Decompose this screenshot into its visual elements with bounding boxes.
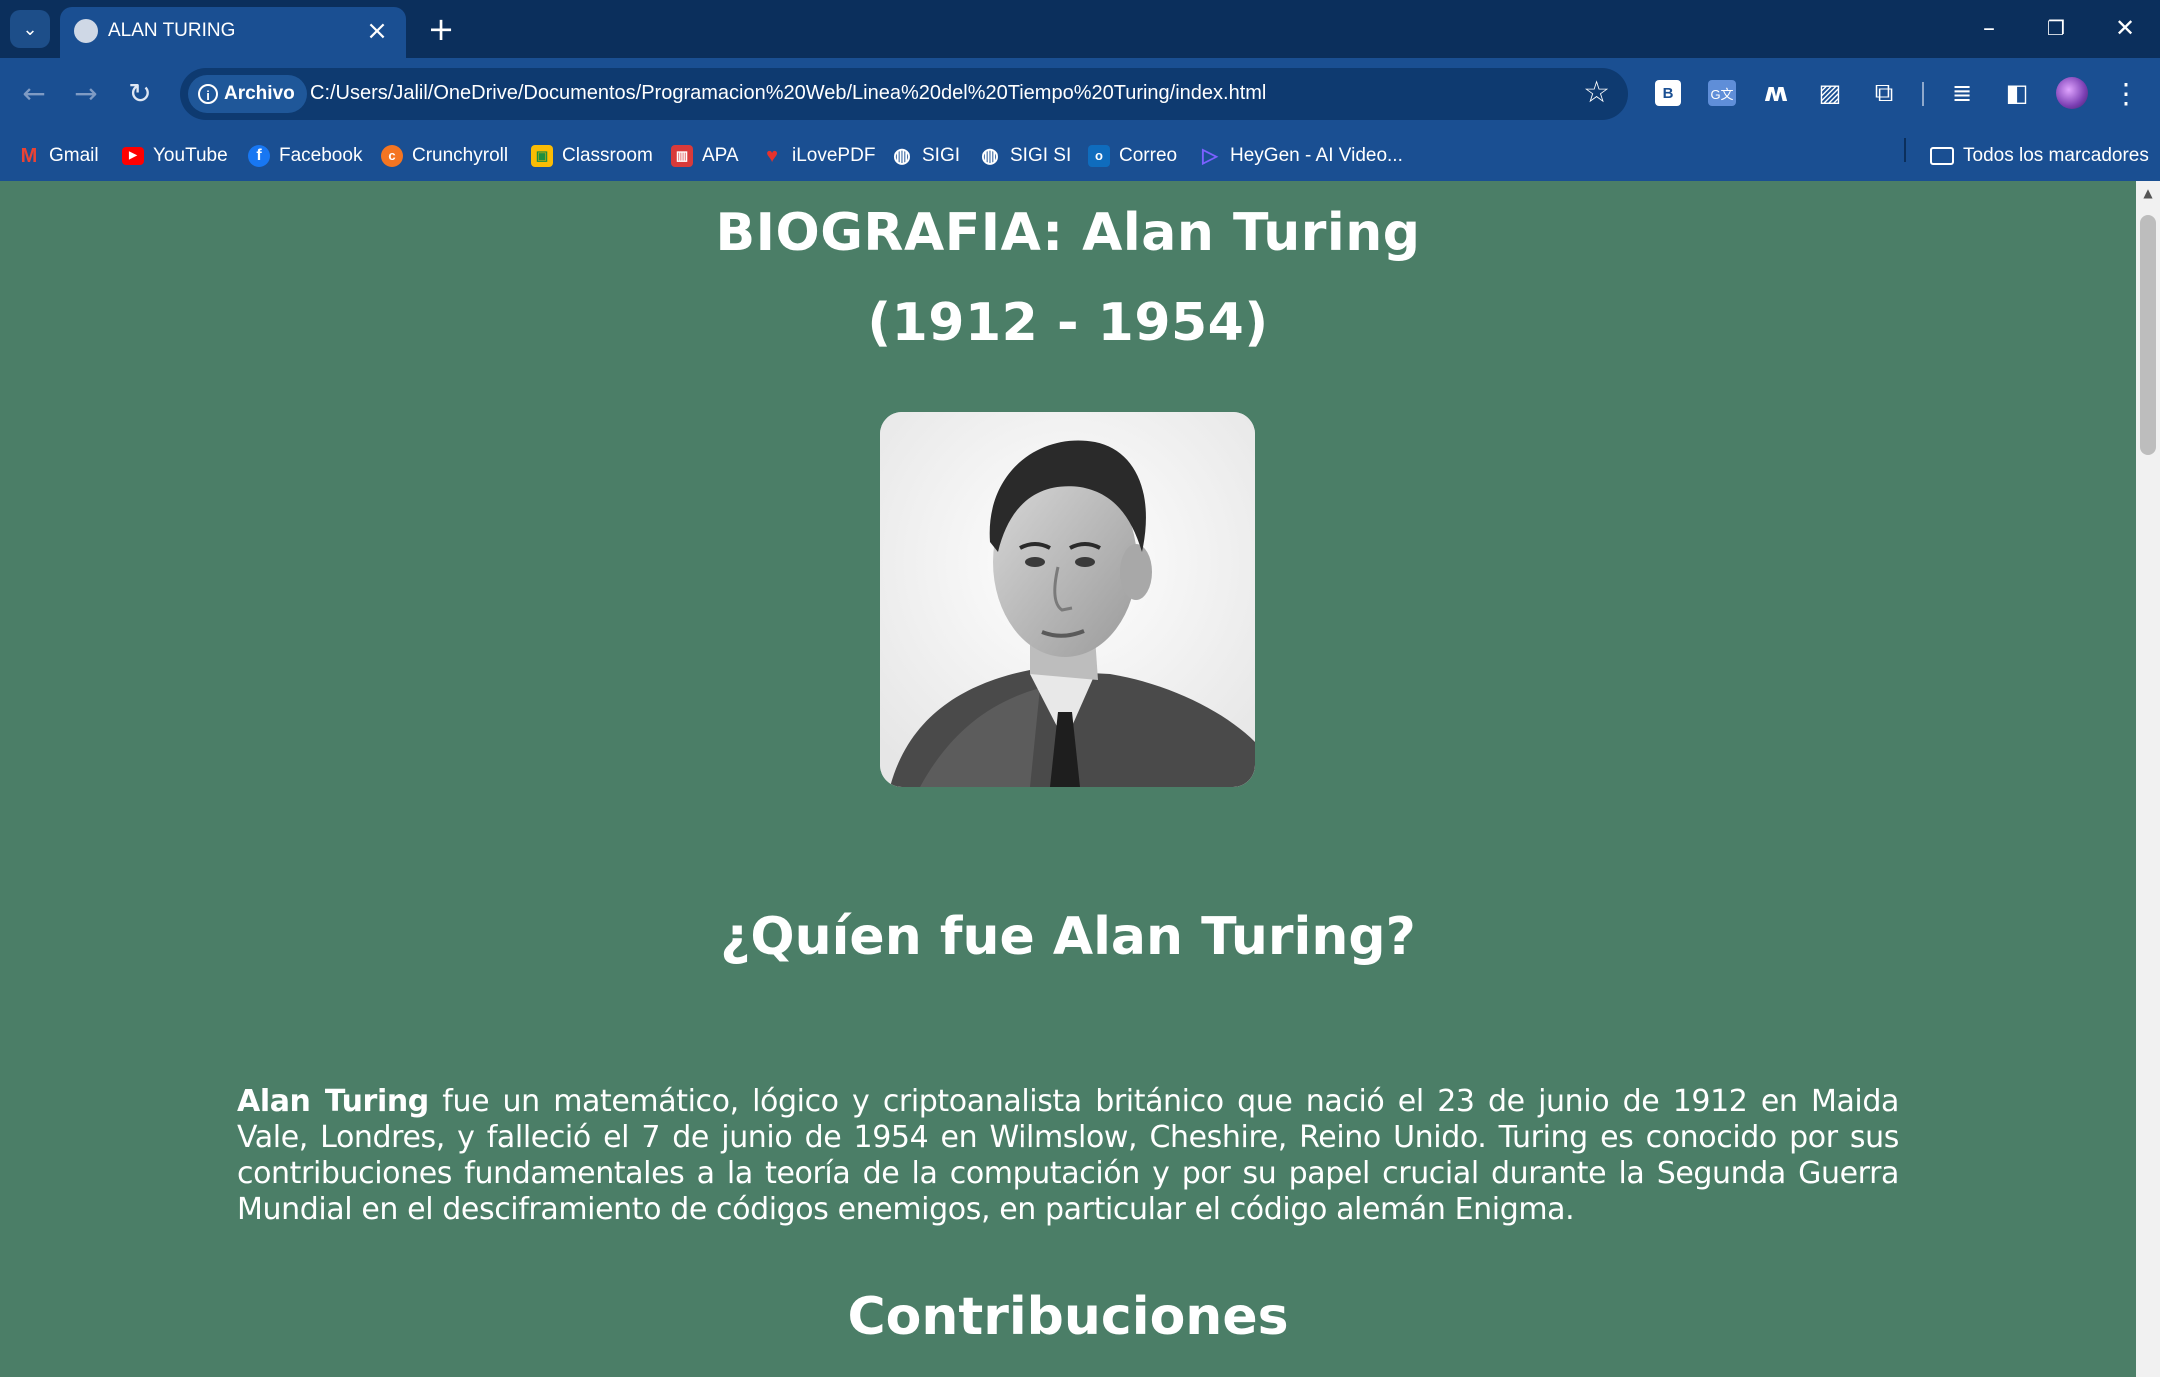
toolbar-divider bbox=[1922, 82, 1924, 106]
menu-kebab-icon[interactable]: ⋮ bbox=[2108, 75, 2144, 111]
tab-active[interactable]: ALAN TURING × bbox=[60, 7, 406, 58]
browser-toolbar: ← → ↻ i Archivo C:/Users/Jalil/OneDrive/… bbox=[0, 58, 2160, 131]
google-translate-icon[interactable]: G文 bbox=[1704, 75, 1740, 111]
bookmark-label: SIGI bbox=[922, 145, 961, 166]
profile-avatar[interactable] bbox=[2054, 75, 2090, 111]
section-heading-who: ¿Quíen fue Alan Turing? bbox=[720, 907, 1416, 967]
heygen-icon: ▷ bbox=[1202, 145, 1218, 167]
extension-b-icon[interactable]: B bbox=[1650, 75, 1686, 111]
bookmark-facebook[interactable]: f Facebook bbox=[248, 139, 362, 173]
tab-title: ALAN TURING bbox=[108, 20, 236, 41]
side-panel-icon[interactable]: ◧ bbox=[1999, 75, 2035, 111]
bookmark-heygen[interactable]: ▷ HeyGen - AI Video... bbox=[1199, 139, 1403, 173]
site-info-chip[interactable]: i Archivo bbox=[188, 75, 307, 113]
bookmark-label: Crunchyroll bbox=[412, 145, 509, 166]
window-close-button[interactable]: ✕ bbox=[2100, 8, 2150, 48]
bookmark-star-icon[interactable]: ☆ bbox=[1583, 77, 1610, 109]
outlook-icon: o bbox=[1088, 145, 1110, 167]
media-queue-icon[interactable]: ≣ bbox=[1944, 75, 1980, 111]
all-bookmarks-folder[interactable]: Todos los marcadores bbox=[1930, 139, 2149, 173]
bookmark-label: Facebook bbox=[279, 145, 363, 166]
alan-turing-portrait bbox=[880, 412, 1255, 787]
section-heading-contributions: Contribuciones bbox=[847, 1287, 1289, 1347]
youtube-icon: ▶ bbox=[122, 147, 144, 165]
close-icon[interactable]: × bbox=[362, 16, 392, 46]
scroll-up-arrow-icon[interactable]: ▲ bbox=[2136, 181, 2160, 205]
vertical-scrollbar[interactable]: ▲ bbox=[2136, 181, 2160, 1377]
bookmark-label: iLovePDF bbox=[792, 145, 876, 166]
bookmark-label: Classroom bbox=[562, 145, 653, 166]
bookmark-label: Todos los marcadores bbox=[1963, 145, 2149, 166]
bookmark-sigi[interactable]: ◍ SIGI bbox=[891, 139, 960, 173]
bookmark-label: Correo bbox=[1119, 145, 1178, 166]
back-button[interactable]: ← bbox=[14, 74, 54, 114]
crunchyroll-icon: c bbox=[381, 145, 403, 167]
globe-icon bbox=[74, 19, 98, 43]
bookmark-classroom[interactable]: ▣ Classroom bbox=[531, 139, 653, 173]
tab-search-button[interactable]: ⌄ bbox=[10, 10, 50, 48]
intro-paragraph: Alan Turing fue un matemático, lógico y … bbox=[237, 1084, 1899, 1228]
chevron-down-icon: ⌄ bbox=[22, 18, 38, 40]
bookmark-label: YouTube bbox=[153, 145, 228, 166]
malwarebytes-icon[interactable]: ʍ bbox=[1758, 75, 1794, 111]
tab-strip: ⌄ ALAN TURING × + – ❐ ✕ bbox=[0, 0, 2160, 58]
page-viewport: BIOGRAFIA: Alan Turing (1912 - 1954) ¿Qu… bbox=[0, 181, 2136, 1377]
bookmark-crunchyroll[interactable]: c Crunchyroll bbox=[381, 139, 508, 173]
page-years: (1912 - 1954) bbox=[867, 293, 1269, 353]
address-bar[interactable]: i Archivo C:/Users/Jalil/OneDrive/Docume… bbox=[180, 68, 1628, 120]
facebook-icon: f bbox=[248, 145, 270, 167]
forward-button[interactable]: → bbox=[66, 74, 106, 114]
url-text[interactable]: C:/Users/Jalil/OneDrive/Documentos/Progr… bbox=[310, 82, 1266, 105]
classroom-icon: ▣ bbox=[531, 145, 553, 167]
new-tab-button[interactable]: + bbox=[424, 12, 458, 46]
page-title: BIOGRAFIA: Alan Turing bbox=[715, 203, 1421, 263]
image-icon[interactable]: ▨ bbox=[1812, 75, 1848, 111]
bookmarks-bar: M Gmail ▶ YouTube f Facebook c Crunchyro… bbox=[0, 131, 2160, 182]
bookmark-label: HeyGen - AI Video... bbox=[1230, 145, 1403, 166]
extensions-puzzle-icon[interactable]: ⧉ bbox=[1866, 75, 1902, 111]
gmail-icon: M bbox=[20, 145, 38, 167]
reload-button[interactable]: ↻ bbox=[120, 74, 160, 114]
book-icon: ▥ bbox=[671, 145, 693, 167]
bookmark-sigi-si[interactable]: ◍ SIGI SI bbox=[979, 139, 1071, 173]
bookmark-label: SIGI SI bbox=[1010, 145, 1072, 166]
folder-icon bbox=[1930, 147, 1954, 165]
bookmark-label: APA bbox=[702, 145, 739, 166]
minimize-button[interactable]: – bbox=[1964, 8, 2014, 48]
globe-icon: ◍ bbox=[981, 145, 999, 167]
bookmark-gmail[interactable]: M Gmail bbox=[18, 139, 99, 173]
bookmark-ilovepdf[interactable]: ♥ iLovePDF bbox=[761, 139, 875, 173]
globe-icon: ◍ bbox=[893, 145, 911, 167]
restore-button[interactable]: ❐ bbox=[2031, 8, 2081, 48]
bookmark-correo[interactable]: o Correo bbox=[1088, 139, 1177, 173]
intro-name: Alan Turing bbox=[237, 1084, 429, 1119]
bookmark-label: Gmail bbox=[49, 145, 99, 166]
intro-text: fue un matemático, lógico y criptoanalis… bbox=[237, 1084, 1899, 1227]
ilovepdf-icon: ♥ bbox=[766, 145, 778, 167]
info-icon: i bbox=[198, 84, 218, 104]
bookmarks-divider bbox=[1904, 138, 1906, 162]
bookmark-apa[interactable]: ▥ APA bbox=[671, 139, 739, 173]
bookmark-youtube[interactable]: ▶ YouTube bbox=[122, 139, 228, 173]
scroll-thumb[interactable] bbox=[2140, 215, 2156, 455]
site-info-label: Archivo bbox=[224, 83, 295, 104]
